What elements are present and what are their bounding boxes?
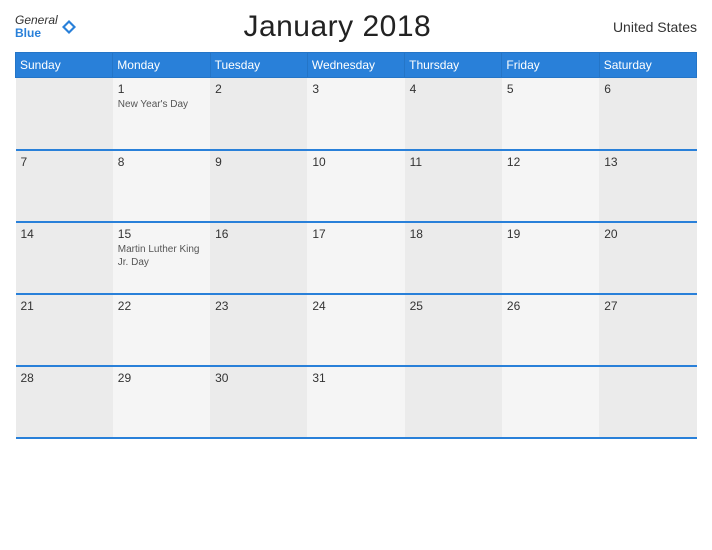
calendar-header: SundayMondayTuesdayWednesdayThursdayFrid…: [16, 53, 697, 78]
day-number: 16: [215, 227, 302, 241]
day-number: 4: [410, 82, 497, 96]
calendar-cell: [405, 366, 502, 438]
calendar-cell: 14: [16, 222, 113, 294]
calendar-cell: 13: [599, 150, 696, 222]
holiday-label: New Year's Day: [118, 98, 205, 111]
day-number: 6: [604, 82, 691, 96]
weekday-header-tuesday: Tuesday: [210, 53, 307, 78]
calendar-cell: 16: [210, 222, 307, 294]
day-number: 24: [312, 299, 399, 313]
day-number: 19: [507, 227, 594, 241]
weekday-header-thursday: Thursday: [405, 53, 502, 78]
calendar-cell: 15 Martin Luther King Jr. Day: [113, 222, 210, 294]
day-number: 25: [410, 299, 497, 313]
calendar-page: General Blue January 2018 United States …: [0, 0, 712, 550]
calendar-cell: 3: [307, 78, 404, 150]
calendar-cell: 29: [113, 366, 210, 438]
weekday-header-wednesday: Wednesday: [307, 53, 404, 78]
day-number: 28: [21, 371, 108, 385]
calendar-cell: 26: [502, 294, 599, 366]
day-number: 12: [507, 155, 594, 169]
calendar-cell: 5: [502, 78, 599, 150]
calendar-cell: [16, 78, 113, 150]
month-title: January 2018: [78, 10, 597, 44]
calendar-week-4: 21 22 23 24 25 26 27: [16, 294, 697, 366]
calendar-cell: 30: [210, 366, 307, 438]
calendar-cell: 31: [307, 366, 404, 438]
weekday-header-sunday: Sunday: [16, 53, 113, 78]
calendar-week-3: 14 15 Martin Luther King Jr. Day 16 17 18 19 20: [16, 222, 697, 294]
day-number: 1: [118, 82, 205, 96]
calendar-cell: 25: [405, 294, 502, 366]
calendar-body: 1New Year's Day23456789101112131415Marti…: [16, 78, 697, 438]
calendar-cell: 10: [307, 150, 404, 222]
day-number: 11: [410, 155, 497, 169]
calendar-cell: 21: [16, 294, 113, 366]
day-number: 20: [604, 227, 691, 241]
day-number: 31: [312, 371, 399, 385]
day-number: 21: [21, 299, 108, 313]
calendar-cell: 1 New Year's Day: [113, 78, 210, 150]
day-number: 23: [215, 299, 302, 313]
logo: General Blue: [15, 14, 78, 40]
calendar-cell: 8: [113, 150, 210, 222]
day-number: 18: [410, 227, 497, 241]
header: General Blue January 2018 United States: [15, 10, 697, 44]
calendar-cell: 6: [599, 78, 696, 150]
calendar-cell: 2: [210, 78, 307, 150]
calendar-cell: 11: [405, 150, 502, 222]
day-number: 5: [507, 82, 594, 96]
day-number: 26: [507, 299, 594, 313]
day-number: 7: [21, 155, 108, 169]
weekday-header-friday: Friday: [502, 53, 599, 78]
day-number: 9: [215, 155, 302, 169]
calendar-cell: 28: [16, 366, 113, 438]
day-number: 3: [312, 82, 399, 96]
day-number: 29: [118, 371, 205, 385]
day-number: 17: [312, 227, 399, 241]
calendar-week-5: 28 29 30 31: [16, 366, 697, 438]
calendar-cell: 12: [502, 150, 599, 222]
logo-text: General Blue: [15, 14, 58, 40]
day-number: 13: [604, 155, 691, 169]
calendar-cell: 17: [307, 222, 404, 294]
calendar-cell: 7: [16, 150, 113, 222]
weekday-row: SundayMondayTuesdayWednesdayThursdayFrid…: [16, 53, 697, 78]
calendar-week-2: 789 10 11 12 13: [16, 150, 697, 222]
day-number: 2: [215, 82, 302, 96]
weekday-header-saturday: Saturday: [599, 53, 696, 78]
calendar-cell: 4: [405, 78, 502, 150]
day-number: 10: [312, 155, 399, 169]
calendar-cell: 9: [210, 150, 307, 222]
calendar-cell: 20: [599, 222, 696, 294]
day-number: 30: [215, 371, 302, 385]
day-number: 27: [604, 299, 691, 313]
calendar-cell: 18: [405, 222, 502, 294]
calendar-cell: 19: [502, 222, 599, 294]
calendar-cell: 27: [599, 294, 696, 366]
day-number: 22: [118, 299, 205, 313]
logo-blue-text: Blue: [15, 27, 58, 40]
day-number: 14: [21, 227, 108, 241]
calendar-cell: 23: [210, 294, 307, 366]
calendar-week-1: 1 New Year's Day 23456: [16, 78, 697, 150]
holiday-label: Martin Luther King Jr. Day: [118, 243, 205, 269]
calendar-table: SundayMondayTuesdayWednesdayThursdayFrid…: [15, 52, 697, 439]
day-number: 8: [118, 155, 205, 169]
calendar-cell: [599, 366, 696, 438]
weekday-header-monday: Monday: [113, 53, 210, 78]
country-label: United States: [597, 19, 697, 35]
day-number: 15: [118, 227, 205, 241]
logo-icon: [60, 18, 78, 36]
calendar-cell: 24: [307, 294, 404, 366]
calendar-cell: [502, 366, 599, 438]
calendar-cell: 22: [113, 294, 210, 366]
